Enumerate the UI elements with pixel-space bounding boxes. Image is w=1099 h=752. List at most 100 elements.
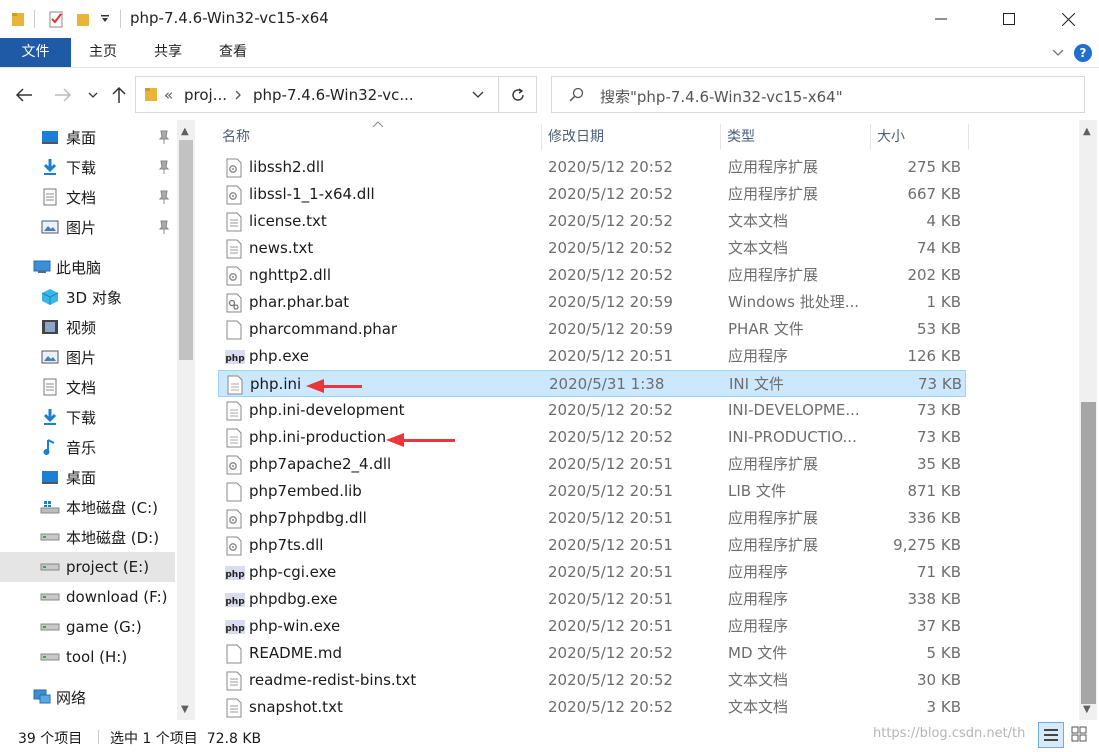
file-size: 74 KB	[917, 239, 961, 257]
file-type: 文本文档	[728, 239, 789, 257]
column-header-date[interactable]: 修改日期	[540, 120, 720, 154]
dll-file-icon	[225, 455, 243, 475]
breadcrumb-project[interactable]: proj...	[184, 86, 227, 104]
new-folder-icon[interactable]	[74, 9, 92, 29]
minimize-button[interactable]	[918, 0, 964, 38]
file-row[interactable]: README.md 2020/5/12 20:52 MD 文件 5 KB	[218, 640, 966, 667]
sidebar-scrollbar[interactable]: ▲ ▼	[177, 120, 195, 720]
sidebar-item-drive-e[interactable]: project (E:)	[0, 552, 175, 582]
column-header-size[interactable]: 大小	[869, 120, 969, 154]
file-row[interactable]: license.txt 2020/5/12 20:52 文本文档 4 KB	[218, 208, 966, 235]
pictures-icon	[40, 218, 60, 236]
scroll-up-icon[interactable]: ▲	[181, 126, 189, 137]
sidebar-item-drive-c[interactable]: 本地磁盘 (C:)	[0, 492, 175, 522]
sidebar-item-documents[interactable]: 文档	[0, 182, 175, 212]
sidebar-item-drive-h[interactable]: tool (H:)	[0, 642, 175, 672]
tab-view[interactable]: 查看	[208, 38, 258, 67]
file-row[interactable]: php7ts.dll 2020/5/12 20:51 应用程序扩展 9,275 KB	[218, 532, 966, 559]
sidebar-item-downloads-pc[interactable]: 下载	[0, 402, 175, 432]
file-row[interactable]: libssh2.dll 2020/5/12 20:52 应用程序扩展 275 KB	[218, 154, 966, 181]
network-icon	[32, 688, 52, 706]
file-row[interactable]: readme-redist-bins.txt 2020/5/12 20:52 文本文…	[218, 667, 966, 694]
expand-ribbon-button[interactable]	[1050, 44, 1066, 60]
document-icon	[40, 188, 60, 206]
address-bar[interactable]: « proj... php-7.4.6-Win32-vc...	[135, 76, 499, 113]
back-button[interactable]	[13, 84, 35, 106]
file-row[interactable]: php7embed.lib 2020/5/12 20:51 LIB 文件 871 KB	[218, 478, 966, 505]
sidebar-item-network[interactable]: 网络	[0, 682, 175, 712]
file-type: 应用程序扩展	[728, 158, 819, 176]
column-header-name[interactable]: 名称	[214, 120, 540, 154]
breadcrumb-php-folder[interactable]: php-7.4.6-Win32-vc...	[253, 86, 414, 104]
cube-icon	[40, 288, 60, 306]
file-date: 2020/5/12 20:51	[548, 617, 673, 635]
file-row[interactable]: nghttp2.dll 2020/5/12 20:52 应用程序扩展 202 KB	[218, 262, 966, 289]
file-date: 2020/5/12 20:51	[548, 590, 673, 608]
file-row[interactable]: pharcommand.phar 2020/5/12 20:59 PHAR 文件 53…	[218, 316, 966, 343]
close-button[interactable]	[1045, 0, 1091, 38]
file-type: PHAR 文件	[728, 320, 804, 338]
sidebar-item-drive-g[interactable]: game (G:)	[0, 612, 175, 642]
column-header-type[interactable]: 类型	[719, 120, 869, 154]
sidebar-item-drive-f[interactable]: download (F:)	[0, 582, 175, 612]
sidebar-item-documents-pc[interactable]: 文档	[0, 372, 175, 402]
tab-home[interactable]: 主页	[78, 38, 128, 67]
sidebar-item-label: 文档	[66, 378, 97, 397]
sidebar-item-desktop[interactable]: 桌面	[0, 122, 175, 152]
tab-share[interactable]: 共享	[143, 38, 193, 67]
file-row[interactable]: php7apache2_4.dll 2020/5/12 20:51 应用程序扩展 35…	[218, 451, 966, 478]
file-icon	[225, 644, 243, 664]
file-name: php7phpdbg.dll	[249, 509, 367, 527]
file-list-scroll-thumb[interactable]	[1081, 402, 1096, 704]
scroll-down-icon[interactable]: ▼	[181, 704, 189, 715]
file-row[interactable]: php.ini-production 2020/5/12 20:52 INI-PRO…	[218, 424, 966, 451]
file-name: php.ini	[250, 375, 302, 393]
sidebar-item-3d-objects[interactable]: 3D 对象	[0, 282, 175, 312]
file-row[interactable]: news.txt 2020/5/12 20:52 文本文档 74 KB	[218, 235, 966, 262]
tab-file[interactable]: 文件	[0, 38, 71, 67]
file-row[interactable]: snapshot.txt 2020/5/12 20:52 文本文档 3 KB	[218, 694, 966, 721]
scroll-down-icon[interactable]: ▼	[1083, 704, 1091, 715]
file-row[interactable]: phar.phar.bat 2020/5/12 20:59 Windows 批处理.…	[218, 289, 966, 316]
file-name: libssl-1_1-x64.dll	[249, 185, 375, 203]
forward-button[interactable]	[52, 84, 74, 106]
chevron-down-icon	[1052, 49, 1064, 56]
text-file-icon	[225, 239, 243, 259]
file-size: 5 KB	[926, 644, 961, 662]
sidebar-item-pictures[interactable]: 图片	[0, 212, 175, 242]
file-row[interactable]: php7phpdbg.dll 2020/5/12 20:51 应用程序扩展 336 K…	[218, 505, 966, 532]
up-button[interactable]	[108, 84, 130, 106]
arrow-left-icon	[15, 88, 32, 102]
file-row[interactable]: php.ini 2020/5/31 1:38 INI 文件 73 KB	[218, 370, 966, 397]
file-row[interactable]: libssl-1_1-x64.dll 2020/5/12 20:52 应用程序扩展 6…	[218, 181, 966, 208]
refresh-button[interactable]	[499, 76, 537, 113]
help-icon[interactable]: ?	[1074, 44, 1092, 62]
file-row[interactable]: php php.exe 2020/5/12 20:51 应用程序 126 KB	[218, 343, 966, 370]
svg-text:php: php	[225, 597, 245, 607]
sidebar-item-downloads[interactable]: 下载	[0, 152, 175, 182]
sidebar-scroll-thumb[interactable]	[179, 140, 193, 360]
sidebar-item-videos[interactable]: 视频	[0, 312, 175, 342]
dll-file-icon	[225, 185, 243, 205]
properties-icon[interactable]	[46, 9, 66, 29]
file-size: 126 KB	[907, 347, 961, 365]
file-size: 73 KB	[917, 401, 961, 419]
large-icons-view-button[interactable]	[1067, 722, 1093, 748]
recent-locations-button[interactable]	[84, 84, 102, 106]
file-row[interactable]: php.ini-development 2020/5/12 20:52 INI-DE…	[218, 397, 966, 424]
arrow-right-icon	[55, 88, 72, 102]
sidebar-item-desktop-pc[interactable]: 桌面	[0, 462, 175, 492]
sidebar-item-drive-d[interactable]: 本地磁盘 (D:)	[0, 522, 175, 552]
sidebar-item-this-pc[interactable]: 此电脑	[0, 252, 175, 282]
file-row[interactable]: php php-cgi.exe 2020/5/12 20:51 应用程序 71 KB	[218, 559, 966, 586]
breadcrumb-overflow[interactable]: «	[164, 86, 173, 104]
file-row[interactable]: php php-win.exe 2020/5/12 20:51 应用程序 37 KB	[218, 613, 966, 640]
sidebar-item-music[interactable]: 音乐	[0, 432, 175, 462]
file-row[interactable]: php phpdbg.exe 2020/5/12 20:51 应用程序 338 KB	[218, 586, 966, 613]
search-box[interactable]: 搜索"php-7.4.6-Win32-vc15-x64"	[551, 76, 1085, 113]
maximize-button[interactable]	[986, 0, 1032, 38]
customize-quick-access-icon[interactable]	[98, 9, 112, 29]
sidebar-item-pictures-pc[interactable]: 图片	[0, 342, 175, 372]
details-view-button[interactable]	[1038, 722, 1064, 748]
scroll-up-icon[interactable]: ▲	[1083, 126, 1091, 137]
